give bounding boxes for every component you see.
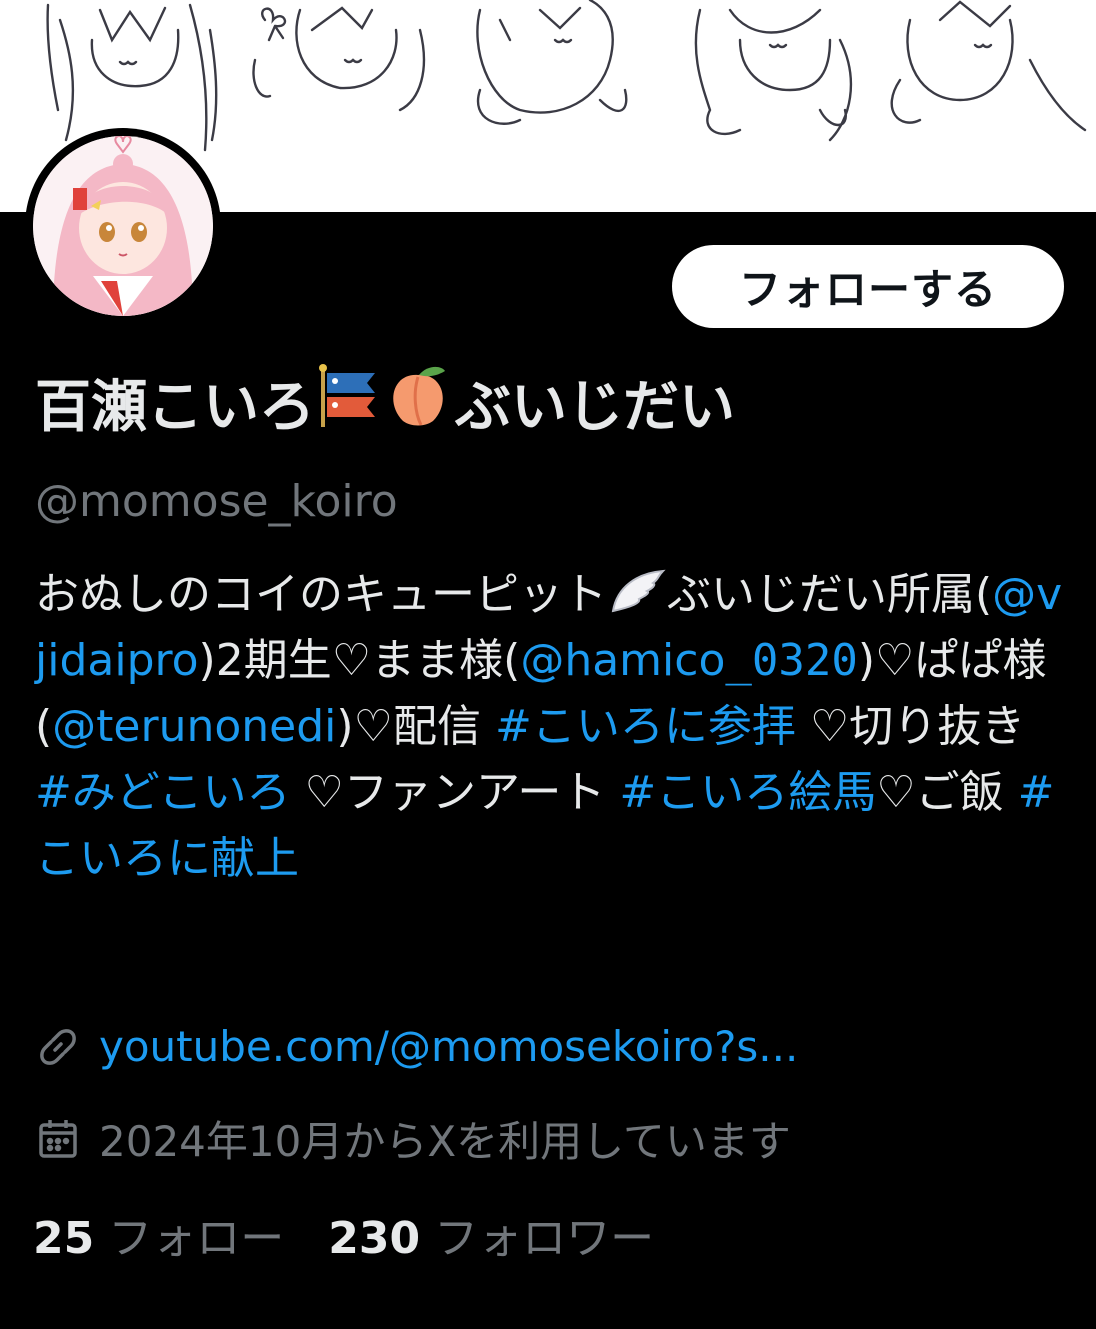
website-row: youtube.com/@momosekoiro?s... — [35, 1022, 798, 1071]
joined-text: 2024年10月からXを利用しています — [99, 1117, 791, 1166]
bio-text: ♡切り抜き — [795, 701, 1026, 752]
following-stat[interactable]: 25 フォロー — [33, 1202, 284, 1266]
display-name-suffix: ぶいじだい — [455, 375, 735, 440]
bio-text: )2期生♡まま様( — [198, 635, 521, 686]
mention-hamico[interactable]: @hamico_0320 — [520, 635, 858, 686]
following-count: 25 — [33, 1213, 95, 1264]
website-link[interactable]: youtube.com/@momosekoiro?s... — [99, 1022, 798, 1071]
handle: @momose_koiro — [35, 476, 398, 527]
bio-text: ♡ファンアート — [290, 767, 620, 818]
avatar-ring[interactable] — [25, 128, 221, 324]
joined-row: 2024年10月からXを利用しています — [35, 1108, 791, 1169]
avatar[interactable] — [33, 136, 213, 316]
wing-icon — [607, 569, 667, 620]
follow-stats: 25 フォロー 230 フォロワー — [33, 1202, 698, 1266]
calendar-icon — [35, 1116, 81, 1162]
mention-terunonedi[interactable]: @terunonedi — [52, 701, 336, 752]
bio: おぬしのコイのキューピット ぶいじだい所属(@vjidaipro)2期生♡まま様(… — [35, 562, 1065, 892]
following-label: フォロー — [108, 1213, 285, 1264]
hashtag-ema[interactable]: #こいろ絵馬 — [619, 767, 876, 818]
peach-icon — [383, 363, 453, 443]
followers-stat[interactable]: 230 フォロワー — [328, 1202, 654, 1266]
bio-text: 所属( — [887, 569, 993, 620]
bio-text: )♡配信 — [336, 701, 495, 752]
followers-label: フォロワー — [434, 1213, 655, 1264]
display-name-text: 百瀬こいろ — [35, 375, 315, 440]
display-name: 百瀬こいろ ぶいじだい — [35, 362, 735, 443]
koinobori-icon — [317, 363, 379, 443]
hashtag-midokoiro[interactable]: #みどこいろ — [35, 767, 291, 818]
hashtag-sanpai[interactable]: #こいろに参拝 — [495, 701, 796, 752]
link-icon — [35, 1024, 81, 1070]
follow-button[interactable]: フォローする — [672, 245, 1064, 328]
bio-text: ぶいじだい — [667, 569, 887, 620]
mention-hamico-tail: _0320 — [725, 635, 858, 686]
bio-text: おぬしのコイのキューピット — [35, 569, 607, 620]
followers-count: 230 — [328, 1213, 421, 1264]
bio-text: ♡ご飯 — [876, 767, 1018, 818]
mention-hamico-text: @hamico — [520, 635, 726, 686]
